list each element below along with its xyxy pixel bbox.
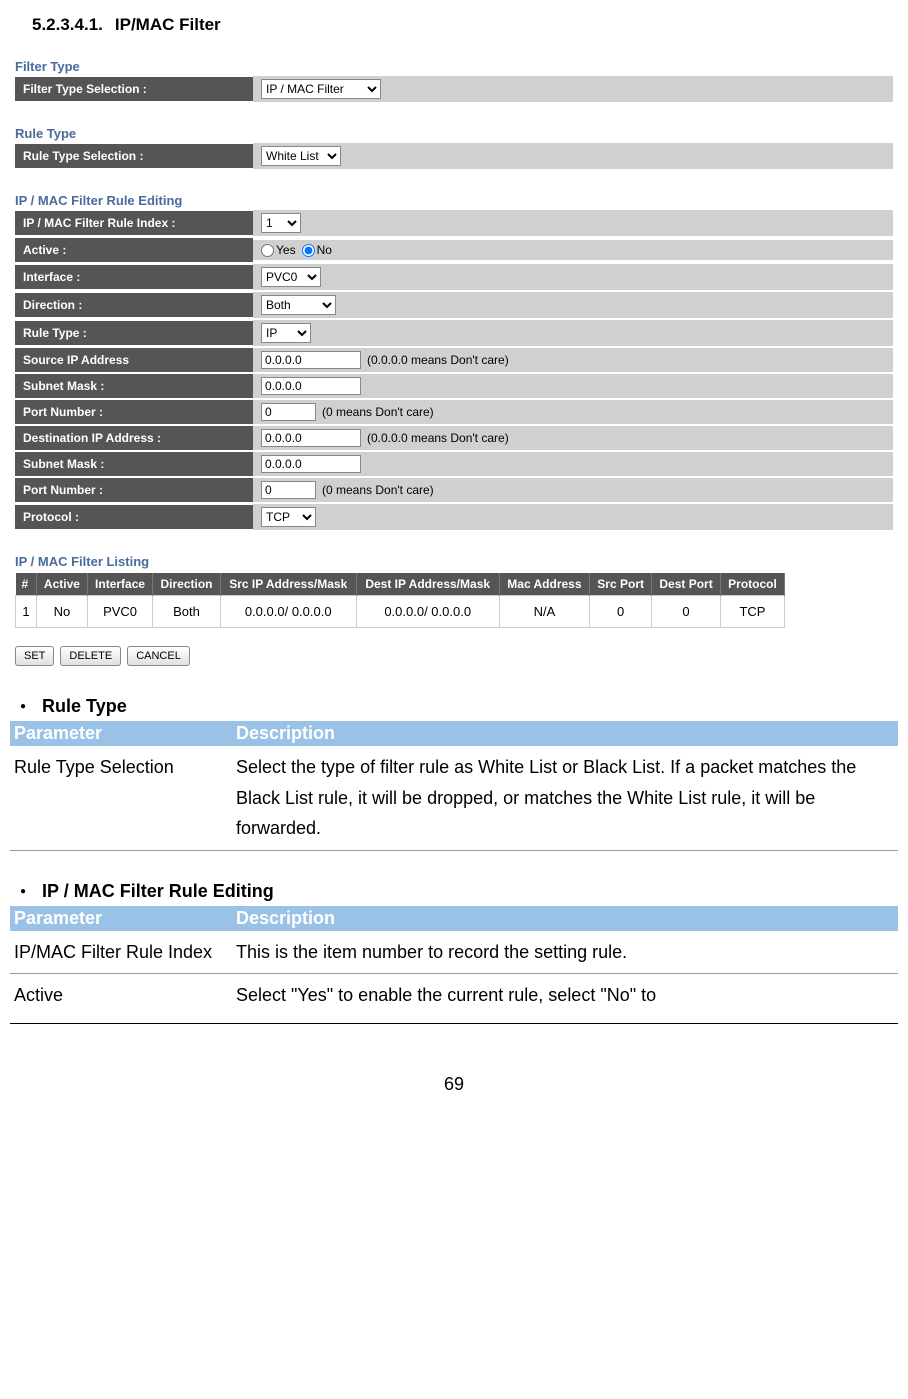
srcport-hint: (0 means Don't care): [322, 405, 434, 419]
dstip-input[interactable]: [261, 429, 361, 447]
table-row: 1 No PVC0 Both 0.0.0.0/ 0.0.0.0 0.0.0.0/…: [16, 596, 785, 628]
desc-cell: Select "Yes" to enable the current rule,…: [232, 974, 898, 1017]
th-srcport: Src Port: [590, 573, 652, 596]
active-no-radio[interactable]: [302, 244, 315, 257]
listing-table: # Active Interface Direction Src IP Addr…: [15, 573, 785, 628]
editing-section: IP / MAC Filter Rule Editing: [15, 189, 893, 210]
th-parameter: Parameter: [10, 721, 232, 746]
doc-bullet-editing: ● IP / MAC Filter Rule Editing: [15, 881, 898, 902]
page-number: 69: [10, 1074, 898, 1095]
active-yes-radio[interactable]: [261, 244, 274, 257]
th-protocol: Protocol: [720, 573, 784, 596]
set-button[interactable]: SET: [15, 646, 54, 666]
th-active: Active: [36, 573, 87, 596]
ruletype-label: Rule Type :: [15, 321, 253, 345]
bullet-icon: ●: [20, 701, 26, 712]
srcport-label: Port Number :: [15, 400, 253, 424]
interface-label: Interface :: [15, 265, 253, 289]
active-label: Active :: [15, 238, 253, 262]
srcmask-label: Subnet Mask :: [15, 374, 253, 398]
th-direction: Direction: [153, 573, 220, 596]
srcip-input[interactable]: [261, 351, 361, 369]
page-rule: [10, 1023, 898, 1024]
bullet-icon: ●: [20, 886, 26, 897]
rule-index-label: IP / MAC Filter Rule Index :: [15, 211, 253, 235]
dstport-input[interactable]: [261, 481, 316, 499]
ruletype-select[interactable]: IP: [261, 323, 311, 343]
th-description: Description: [232, 906, 898, 931]
active-no-text: No: [317, 243, 332, 257]
protocol-label: Protocol :: [15, 505, 253, 529]
rule-index-select[interactable]: 1: [261, 213, 301, 233]
heading-title: IP/MAC Filter: [115, 15, 221, 34]
interface-select[interactable]: PVC0: [261, 267, 321, 287]
param-cell: Rule Type Selection: [10, 746, 232, 850]
th-srcip: Src IP Address/Mask: [220, 573, 356, 596]
param-cell: IP/MAC Filter Rule Index: [10, 931, 232, 974]
dstmask-label: Subnet Mask :: [15, 452, 253, 476]
heading-number: 5.2.3.4.1.: [32, 15, 103, 34]
dstip-label: Destination IP Address :: [15, 426, 253, 450]
dstip-hint: (0.0.0.0 means Don't care): [367, 431, 509, 445]
th-dstip: Dest IP Address/Mask: [356, 573, 499, 596]
filter-type-select[interactable]: IP / MAC Filter: [261, 79, 381, 99]
th-dstport: Dest Port: [652, 573, 721, 596]
direction-label: Direction :: [15, 293, 253, 317]
th-mac: Mac Address: [499, 573, 590, 596]
dstmask-input[interactable]: [261, 455, 361, 473]
th-parameter: Parameter: [10, 906, 232, 931]
bullet-text: Rule Type: [42, 696, 127, 717]
direction-select[interactable]: Both: [261, 295, 336, 315]
rule-type-select[interactable]: White List: [261, 146, 341, 166]
srcmask-input[interactable]: [261, 377, 361, 395]
th-interface: Interface: [87, 573, 152, 596]
bullet-text: IP / MAC Filter Rule Editing: [42, 881, 274, 902]
listing-section: IP / MAC Filter Listing: [15, 550, 893, 571]
filter-type-label: Filter Type Selection :: [15, 77, 253, 101]
rule-type-doc-table: Parameter Description Rule Type Selectio…: [10, 721, 898, 851]
srcport-input[interactable]: [261, 403, 316, 421]
protocol-select[interactable]: TCP: [261, 507, 316, 527]
active-yes-text: Yes: [276, 243, 296, 257]
dstport-label: Port Number :: [15, 478, 253, 502]
doc-bullet-rule-type: ● Rule Type: [15, 696, 898, 717]
rule-type-section: Rule Type: [15, 122, 893, 143]
th-description: Description: [232, 721, 898, 746]
dstport-hint: (0 means Don't care): [322, 483, 434, 497]
filter-type-section: Filter Type: [15, 55, 893, 76]
param-cell: Active: [10, 974, 232, 1017]
router-config-screenshot: Filter Type Filter Type Selection : IP /…: [15, 55, 893, 666]
srcip-hint: (0.0.0.0 means Don't care): [367, 353, 509, 367]
rule-type-label: Rule Type Selection :: [15, 144, 253, 168]
delete-button[interactable]: DELETE: [60, 646, 121, 666]
desc-cell: This is the item number to record the se…: [232, 931, 898, 974]
desc-cell: Select the type of filter rule as White …: [232, 746, 898, 850]
th-num: #: [16, 573, 37, 596]
section-heading: 5.2.3.4.1. IP/MAC Filter: [10, 15, 898, 55]
editing-doc-table: Parameter Description IP/MAC Filter Rule…: [10, 906, 898, 1017]
cancel-button[interactable]: CANCEL: [127, 646, 190, 666]
srcip-label: Source IP Address: [15, 348, 253, 372]
